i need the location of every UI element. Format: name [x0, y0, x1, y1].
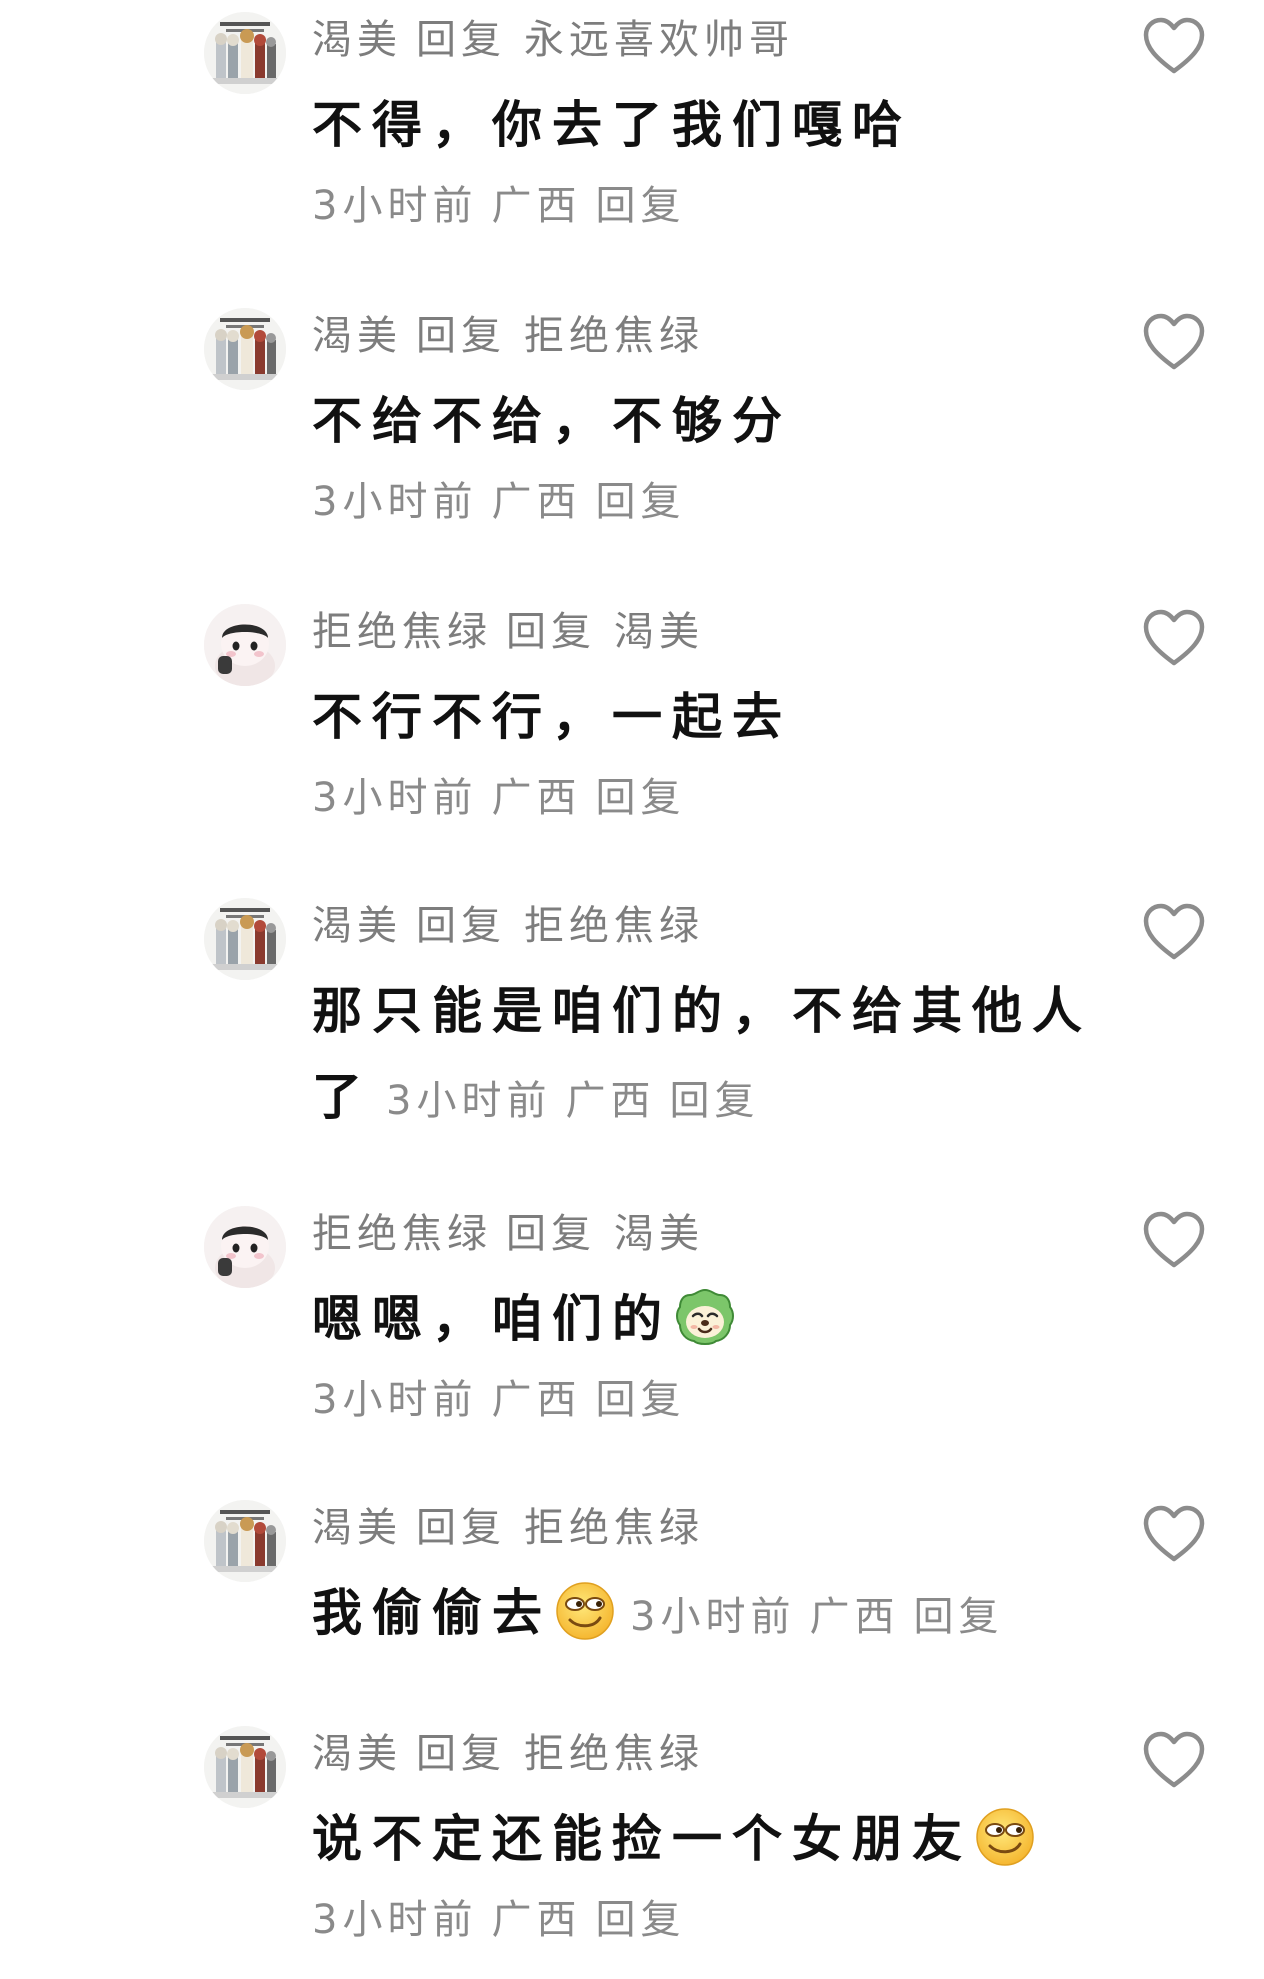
- comment-meta: 3小时前 广西 回复: [386, 1078, 759, 1124]
- comment-meta: 3小时前 广西 回复: [312, 1374, 685, 1426]
- comment-byline: 拒绝焦绿 回复 渴美: [312, 1208, 704, 1260]
- comment-meta: 3小时前 广西 回复: [630, 1594, 1003, 1640]
- reply-thread: 渴美 回复 永远喜欢帅哥 不得，你去了我们嘎哈 3小时前 广西 回复 渴美 回复 拒绝焦绿 …: [0, 0, 1264, 1979]
- reply-button[interactable]: 回复: [595, 183, 685, 229]
- comment-text-content: 不得，你去了我们嘎哈: [312, 96, 912, 154]
- reply-button[interactable]: 回复: [669, 1078, 759, 1124]
- comment-text: 那只能是咱们的，不给其他人了 3小时前 广西 回复: [312, 968, 1092, 1144]
- sly-smile-emoji: [974, 1806, 1036, 1868]
- comment-byline: 渴美 回复 拒绝焦绿: [312, 310, 704, 362]
- heart-outline-icon[interactable]: [1142, 1504, 1206, 1564]
- comment-text: 不给不给，不够分: [312, 378, 1092, 464]
- comic-group-avatar[interactable]: [204, 308, 286, 390]
- reply-target-name[interactable]: 永远喜欢帅哥: [524, 17, 794, 63]
- comment-byline: 渴美 回复 拒绝焦绿: [312, 1502, 704, 1554]
- comment-byline: 渴美 回复 永远喜欢帅哥: [312, 14, 794, 66]
- comment-time: 3小时前: [630, 1594, 796, 1640]
- comment-time: 3小时前: [312, 775, 478, 821]
- reply-button[interactable]: 回复: [595, 1377, 685, 1423]
- comment-text: 说不定还能捡一个女朋友: [312, 1796, 1212, 1882]
- comment-item: 渴美 回复 永远喜欢帅哥 不得，你去了我们嘎哈 3小时前 广西 回复: [0, 12, 1264, 232]
- comment-location: 广西: [491, 775, 582, 821]
- heart-outline-icon[interactable]: [1142, 312, 1206, 372]
- comment-text-content: 说不定还能捡一个女朋友: [312, 1810, 972, 1868]
- comment-time: 3小时前: [312, 183, 478, 229]
- comment-item: 渴美 回复 拒绝焦绿 那只能是咱们的，不给其他人了 3小时前 广西 回复: [0, 898, 1264, 1148]
- reply-target-name[interactable]: 渴美: [614, 1211, 704, 1257]
- comment-byline: 渴美 回复 拒绝焦绿: [312, 900, 704, 952]
- comic-group-avatar[interactable]: [204, 12, 286, 94]
- reply-button[interactable]: 回复: [595, 1897, 685, 1943]
- heart-outline-icon[interactable]: [1142, 1210, 1206, 1270]
- comment-text: 我偷偷去 3小时前 广西 回复: [312, 1570, 1212, 1660]
- reply-target-name[interactable]: 拒绝焦绿: [524, 313, 704, 359]
- comment-text-content: 我偷偷去: [312, 1584, 552, 1642]
- reply-word: 回复: [416, 17, 506, 63]
- comic-group-avatar[interactable]: [204, 1726, 286, 1808]
- comment-meta: 3小时前 广西 回复: [312, 180, 685, 232]
- comment-time: 3小时前: [312, 1377, 478, 1423]
- author-name[interactable]: 渴美: [312, 313, 402, 359]
- reply-target-name[interactable]: 渴美: [614, 609, 704, 655]
- reply-target-name[interactable]: 拒绝焦绿: [524, 903, 704, 949]
- comment-item: 渴美 回复 拒绝焦绿 我偷偷去 3小时前 广西 回复: [0, 1500, 1264, 1670]
- comment-byline: 渴美 回复 拒绝焦绿: [312, 1728, 704, 1780]
- reply-target-name[interactable]: 拒绝焦绿: [524, 1731, 704, 1777]
- comic-group-avatar[interactable]: [204, 898, 286, 980]
- comment-text: 不行不行，一起去: [312, 674, 1092, 760]
- comment-meta: 3小时前 广西 回复: [312, 476, 685, 528]
- comment-time: 3小时前: [312, 479, 478, 525]
- reply-word: 回复: [416, 313, 506, 359]
- comic-group-avatar[interactable]: [204, 1500, 286, 1582]
- author-name[interactable]: 渴美: [312, 903, 402, 949]
- reply-word: 回复: [416, 1505, 506, 1551]
- comment-location: 广西: [491, 183, 582, 229]
- reply-button[interactable]: 回复: [913, 1594, 1003, 1640]
- comment-text: 不得，你去了我们嘎哈: [312, 82, 1092, 168]
- comment-location: 广西: [491, 1897, 582, 1943]
- green-dog-emoji: [674, 1286, 736, 1348]
- comment-meta: 3小时前 广西 回复: [312, 772, 685, 824]
- reply-word: 回复: [506, 609, 596, 655]
- reply-button[interactable]: 回复: [595, 479, 685, 525]
- heart-outline-icon[interactable]: [1142, 1730, 1206, 1790]
- author-name[interactable]: 拒绝焦绿: [312, 609, 492, 655]
- comment-location: 广西: [809, 1594, 900, 1640]
- author-name[interactable]: 渴美: [312, 1731, 402, 1777]
- heart-outline-icon[interactable]: [1142, 16, 1206, 76]
- comment-text-content: 不给不给，不够分: [312, 392, 792, 450]
- comment-text: 嗯嗯，咱们的: [312, 1276, 1092, 1362]
- plush-doll-avatar[interactable]: [204, 1206, 286, 1288]
- comment-item: 渴美 回复 拒绝焦绿 说不定还能捡一个女朋友 3小时前 广西 回复: [0, 1726, 1264, 1956]
- reply-button[interactable]: 回复: [595, 775, 685, 821]
- reply-word: 回复: [506, 1211, 596, 1257]
- comment-text-content: 嗯嗯，咱们的: [312, 1290, 672, 1348]
- comment-byline: 拒绝焦绿 回复 渴美: [312, 606, 704, 658]
- plush-doll-avatar[interactable]: [204, 604, 286, 686]
- reply-word: 回复: [416, 1731, 506, 1777]
- comment-time: 3小时前: [312, 1897, 478, 1943]
- heart-outline-icon[interactable]: [1142, 902, 1206, 962]
- comment-item: 拒绝焦绿 回复 渴美 嗯嗯，咱们的 3小时前 广西 回复: [0, 1206, 1264, 1426]
- reply-word: 回复: [416, 903, 506, 949]
- reply-target-name[interactable]: 拒绝焦绿: [524, 1505, 704, 1551]
- comment-location: 广西: [491, 1377, 582, 1423]
- sly-smile-emoji: [554, 1580, 616, 1642]
- author-name[interactable]: 拒绝焦绿: [312, 1211, 492, 1257]
- comment-meta: 3小时前 广西 回复: [312, 1894, 685, 1946]
- comment-location: 广西: [565, 1078, 656, 1124]
- heart-outline-icon[interactable]: [1142, 608, 1206, 668]
- comment-text-content: 不行不行，一起去: [312, 688, 792, 746]
- author-name[interactable]: 渴美: [312, 17, 402, 63]
- author-name[interactable]: 渴美: [312, 1505, 402, 1551]
- comment-item: 拒绝焦绿 回复 渴美 不行不行，一起去 3小时前 广西 回复: [0, 604, 1264, 824]
- comment-location: 广西: [491, 479, 582, 525]
- comment-item: 渴美 回复 拒绝焦绿 不给不给，不够分 3小时前 广西 回复: [0, 308, 1264, 528]
- comment-time: 3小时前: [386, 1078, 552, 1124]
